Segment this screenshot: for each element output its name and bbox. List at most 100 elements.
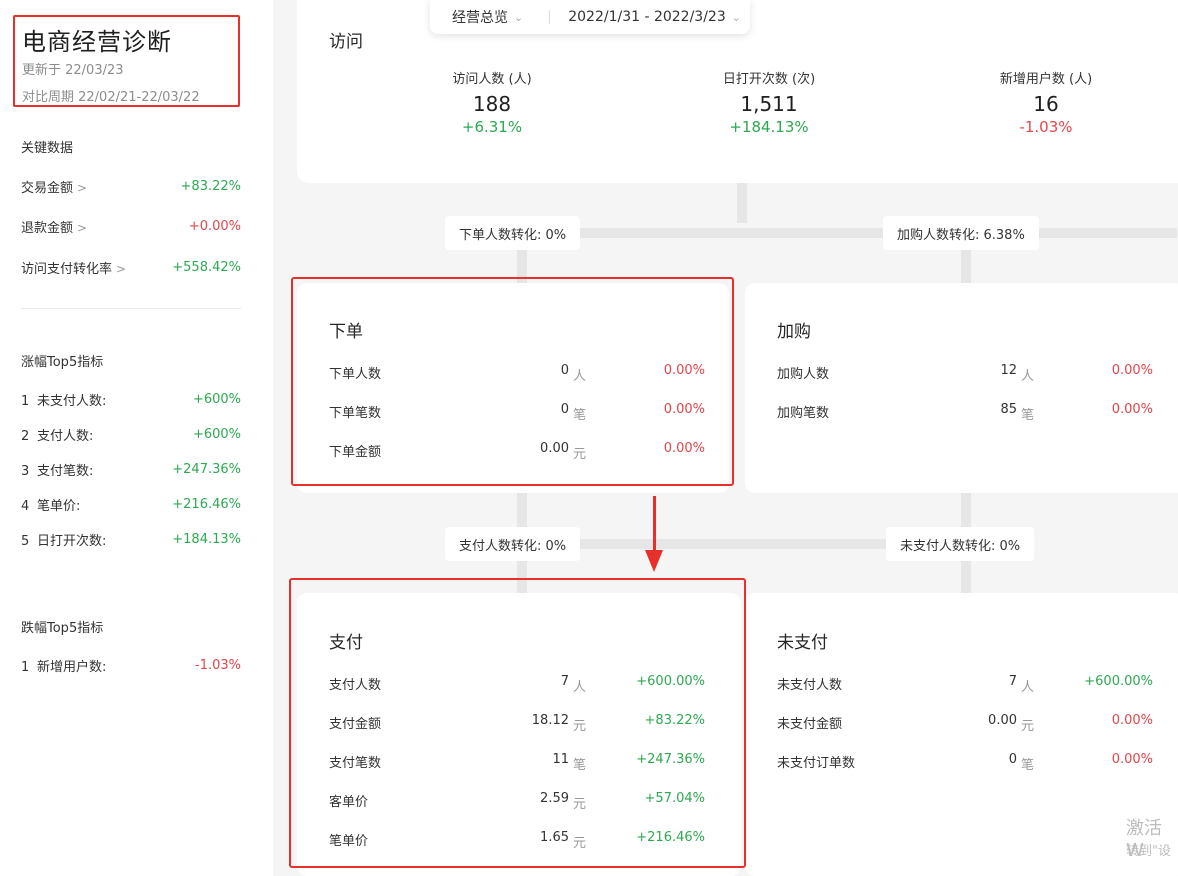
metric-label: 支付笔数 bbox=[329, 756, 382, 771]
stat-daily-opens: 日打开次数 (次) 1,511 +184.13% bbox=[669, 68, 869, 136]
rise-change: +216.46% bbox=[172, 496, 241, 512]
top-rise-heading: 涨幅Top5指标 bbox=[21, 355, 104, 370]
key-data-label: 访问支付转化率 bbox=[21, 261, 113, 277]
order-card: 下单 下单人数 0 人 0.00% 下单笔数 0 笔 0.00% 下单金额 0.… bbox=[297, 283, 729, 493]
metric-value: 85 bbox=[1000, 402, 1017, 417]
key-data-item-refund-amount[interactable]: 退款金额 > +0.00% bbox=[21, 216, 241, 236]
metric-label: 笔单价 bbox=[329, 834, 369, 849]
metric-value: 7 bbox=[560, 674, 569, 689]
compare-period: 对比周期 22/02/21-22/03/22 bbox=[22, 90, 200, 105]
stat-change: -1.03% bbox=[1019, 118, 1073, 136]
metric-change: +600.00% bbox=[636, 674, 705, 689]
key-data-item-conversion[interactable]: 访问支付转化率 > +558.42% bbox=[21, 257, 241, 277]
rank-number: 3 bbox=[21, 463, 30, 479]
metric-label: 加购笔数 bbox=[777, 406, 830, 421]
metric-value: 2.59 bbox=[540, 791, 569, 806]
cart-card: 加购 加购人数 12 人 0.00% 加购笔数 85 笔 0.00% bbox=[745, 283, 1178, 493]
stat-new-users: 新增用户数 (人) 16 -1.03% bbox=[946, 68, 1146, 136]
metric-unit: 人 bbox=[573, 369, 587, 384]
stat-label: 访问人数 (人) bbox=[452, 72, 532, 87]
updated-date: 更新于 22/03/23 bbox=[22, 63, 124, 78]
rank-number: 1 bbox=[21, 659, 30, 675]
metric-value: 18.12 bbox=[531, 713, 569, 728]
unpaid-title: 未支付 bbox=[777, 633, 828, 653]
annotation-arrow-line bbox=[653, 496, 656, 554]
activation-watermark-sub: 转到"设 bbox=[1126, 844, 1171, 859]
metric-unit: 元 bbox=[1021, 719, 1035, 734]
title-highlight-box: 电商经营诊断 更新于 22/03/23 对比周期 22/02/21-22/03/… bbox=[13, 15, 240, 107]
order-metric-row: 下单金额 0.00 元 0.00% bbox=[329, 441, 709, 462]
unpaid-metric-row: 未支付订单数 0 笔 0.00% bbox=[777, 752, 1157, 773]
connector-pipe bbox=[737, 183, 747, 223]
sidebar-divider bbox=[21, 308, 241, 309]
key-data-label: 交易金额 bbox=[21, 180, 74, 196]
metric-unit: 笔 bbox=[573, 408, 587, 423]
pay-metric-row: 笔单价 1.65 元 +216.46% bbox=[329, 830, 709, 851]
metric-value: 12 bbox=[1000, 363, 1017, 378]
sidebar: 电商经营诊断 更新于 22/03/23 对比周期 22/02/21-22/03/… bbox=[0, 0, 262, 876]
pay-card: 支付 支付人数 7 人 +600.00% 支付金额 18.12 元 +83.22… bbox=[297, 593, 741, 876]
metric-change: +216.46% bbox=[636, 830, 705, 845]
rise-label: 支付笔数: bbox=[37, 463, 94, 479]
metric-label: 未支付订单数 bbox=[777, 756, 856, 771]
rise-change: +247.36% bbox=[172, 461, 241, 477]
rise-item: 2 支付人数: +600% bbox=[21, 424, 241, 444]
view-select[interactable]: 经营总览 ⌄ bbox=[430, 7, 523, 27]
metric-unit: 笔 bbox=[1021, 758, 1035, 773]
rise-label: 笔单价: bbox=[37, 498, 81, 514]
metric-unit: 人 bbox=[1021, 680, 1035, 695]
stat-value: 188 bbox=[472, 92, 512, 116]
metric-change: +600.00% bbox=[1084, 674, 1153, 689]
stat-value: 16 bbox=[1033, 92, 1059, 116]
order-conversion-tag: 下单人数转化: 0% bbox=[445, 216, 581, 250]
rise-item: 1 未支付人数: +600% bbox=[21, 389, 241, 409]
pay-metric-row: 支付金额 18.12 元 +83.22% bbox=[329, 713, 709, 734]
rise-change: +184.13% bbox=[172, 531, 241, 547]
chevron-right-icon: > bbox=[77, 180, 88, 195]
filter-separator bbox=[549, 10, 551, 24]
order-metric-row: 下单人数 0 人 0.00% bbox=[329, 363, 709, 384]
pay-metric-row: 支付人数 7 人 +600.00% bbox=[329, 674, 709, 695]
rise-change: +600% bbox=[192, 426, 241, 442]
key-data-change: +558.42% bbox=[172, 259, 241, 275]
key-data-label: 退款金额 bbox=[21, 220, 74, 236]
date-range-value: 2022/1/31 - 2022/3/23 bbox=[568, 9, 726, 25]
metric-change: 0.00% bbox=[1111, 402, 1153, 417]
order-metric-row: 下单笔数 0 笔 0.00% bbox=[329, 402, 709, 423]
key-data-change: +0.00% bbox=[188, 218, 241, 234]
metric-unit: 元 bbox=[573, 719, 587, 734]
stat-value: 1,511 bbox=[740, 92, 798, 116]
stat-label: 新增用户数 (人) bbox=[999, 72, 1093, 87]
page-title: 电商经营诊断 bbox=[22, 28, 172, 56]
rank-number: 5 bbox=[21, 533, 30, 549]
chevron-down-icon: ⌄ bbox=[514, 10, 524, 24]
key-data-change: +83.22% bbox=[180, 178, 241, 194]
metric-label: 下单金额 bbox=[329, 445, 382, 460]
stat-label: 日打开次数 (次) bbox=[722, 72, 816, 87]
metric-change: 0.00% bbox=[663, 363, 705, 378]
unpaid-metric-row: 未支付金额 0.00 元 0.00% bbox=[777, 713, 1157, 734]
metric-value: 0 bbox=[560, 363, 569, 378]
date-range-picker[interactable]: 2022/1/31 - 2022/3/23 ⌄ bbox=[568, 9, 741, 25]
filter-bar: 经营总览 ⌄ 2022/1/31 - 2022/3/23 ⌄ bbox=[430, 0, 750, 34]
metric-value: 11 bbox=[552, 752, 569, 767]
metric-unit: 笔 bbox=[1021, 408, 1035, 423]
metric-change: 0.00% bbox=[1111, 713, 1153, 728]
unpaid-card: 未支付 未支付人数 7 人 +600.00% 未支付金额 0.00 元 0.00… bbox=[745, 593, 1178, 876]
stat-visitors: 访问人数 (人) 188 +6.31% bbox=[392, 68, 592, 136]
metric-unit: 笔 bbox=[573, 758, 587, 773]
fall-label: 新增用户数: bbox=[37, 659, 107, 675]
rise-item: 4 笔单价: +216.46% bbox=[21, 494, 241, 514]
fall-item: 1 新增用户数: -1.03% bbox=[21, 655, 241, 675]
visit-title: 访问 bbox=[329, 32, 363, 52]
metric-label: 下单笔数 bbox=[329, 406, 382, 421]
rise-label: 日打开次数: bbox=[37, 533, 107, 549]
metric-unit: 元 bbox=[573, 836, 587, 851]
stat-change: +6.31% bbox=[461, 118, 523, 136]
stat-change: +184.13% bbox=[729, 118, 809, 136]
key-data-item-trade-amount[interactable]: 交易金额 > +83.22% bbox=[21, 176, 241, 196]
metric-value: 0 bbox=[560, 402, 569, 417]
metric-value: 0.00 bbox=[988, 713, 1017, 728]
metric-label: 下单人数 bbox=[329, 367, 382, 382]
metric-unit: 人 bbox=[573, 680, 587, 695]
